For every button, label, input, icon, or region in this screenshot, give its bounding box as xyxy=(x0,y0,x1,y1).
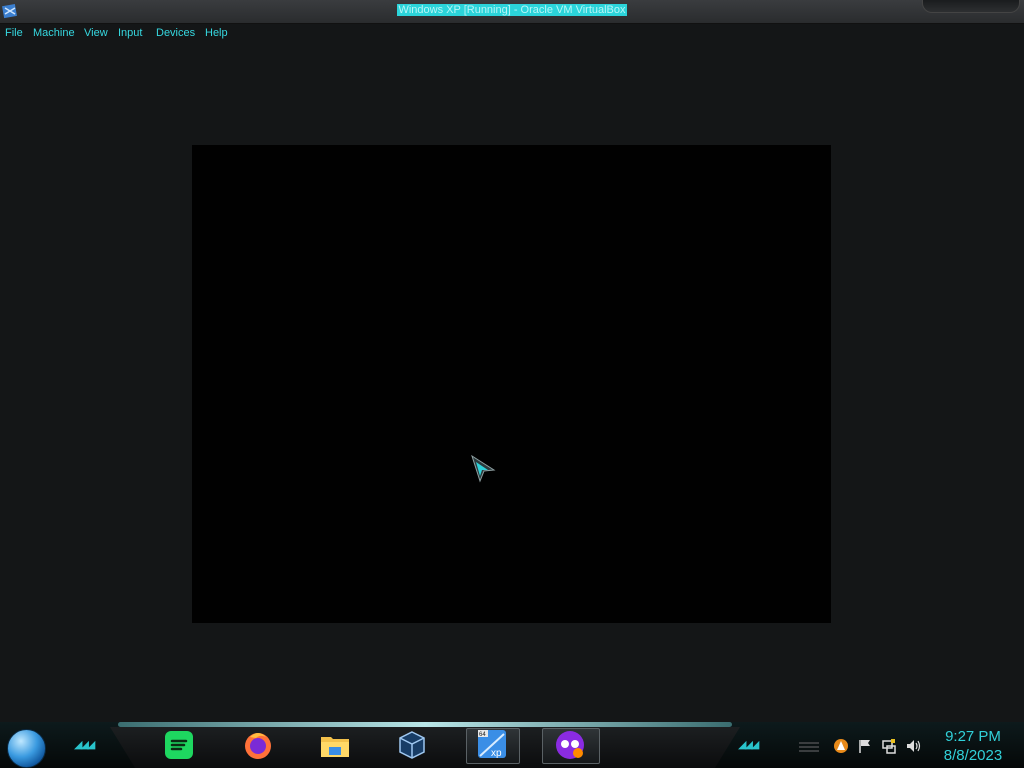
menu-file[interactable]: File xyxy=(5,27,23,39)
menu-input[interactable]: Input xyxy=(118,27,142,39)
network-icon[interactable] xyxy=(881,738,897,754)
menu-help[interactable]: Help xyxy=(205,27,228,39)
taskbar-left-chevrons: ◢◢◢ xyxy=(74,739,95,751)
window-titlebar[interactable]: Windows XP [Running] - Oracle VM Virtual… xyxy=(0,0,1024,24)
spotify-icon[interactable] xyxy=(163,729,195,761)
file-explorer-icon[interactable] xyxy=(319,729,351,761)
firefox-icon[interactable] xyxy=(242,729,274,761)
system-clock[interactable]: 9:27 PM 8/8/2023 xyxy=(938,727,1008,765)
clock-date: 8/8/2023 xyxy=(943,747,1003,764)
warning-icon[interactable] xyxy=(833,738,849,754)
mouse-cursor-icon xyxy=(471,454,496,483)
taskbar-right-chevrons: ◢◢◢ xyxy=(738,739,759,751)
virtualbox-icon[interactable] xyxy=(396,729,428,761)
svg-text:64: 64 xyxy=(479,732,486,738)
window-title: Windows XP [Running] - Oracle VM Virtual… xyxy=(397,4,627,16)
menu-bar: File Machine View Input Devices Help xyxy=(0,24,1024,42)
vm-display[interactable] xyxy=(192,145,831,623)
show-desktop-icon[interactable] xyxy=(799,741,819,753)
window-controls[interactable] xyxy=(922,0,1020,13)
windows-xp-vm-icon[interactable]: 64 xp xyxy=(476,728,508,760)
volume-icon[interactable] xyxy=(905,738,921,754)
taskbar-glow xyxy=(118,722,732,727)
svg-text:xp: xp xyxy=(491,748,502,759)
clock-time: 9:27 PM xyxy=(945,728,1001,745)
app-purple-icon[interactable] xyxy=(554,729,586,761)
flag-icon[interactable] xyxy=(857,738,873,754)
menu-view[interactable]: View xyxy=(84,27,108,39)
menu-machine[interactable]: Machine xyxy=(33,27,75,39)
menu-devices[interactable]: Devices xyxy=(156,27,195,39)
start-button[interactable] xyxy=(7,729,46,768)
